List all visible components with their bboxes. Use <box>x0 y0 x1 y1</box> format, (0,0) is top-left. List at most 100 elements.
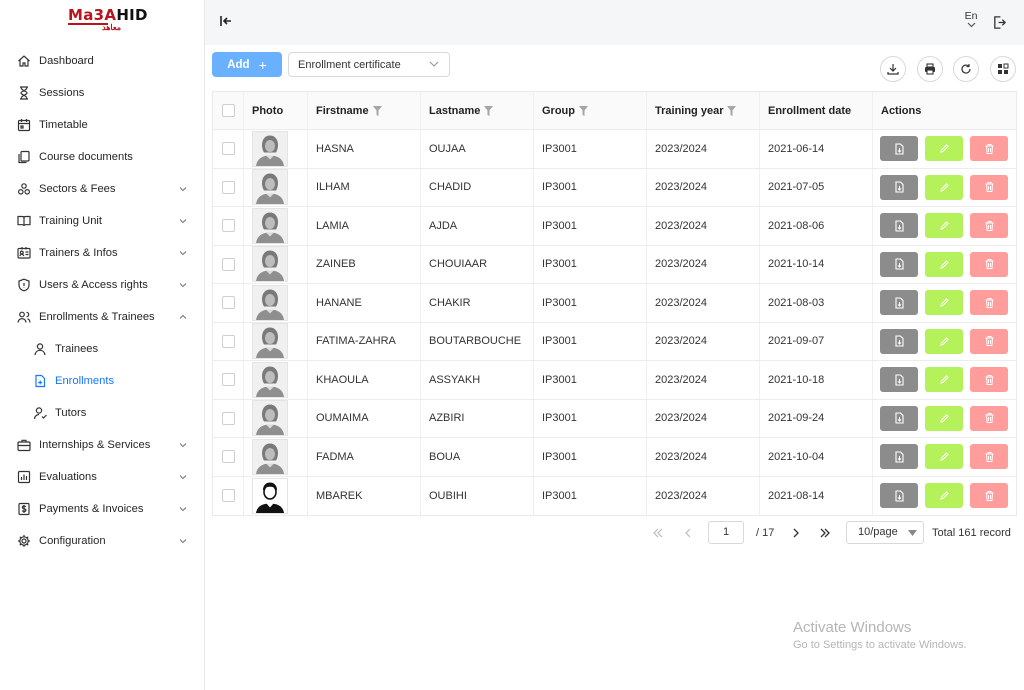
certificate-button[interactable] <box>880 483 918 509</box>
delete-button[interactable] <box>970 136 1008 162</box>
photo-cell <box>244 399 308 437</box>
column-settings-button[interactable] <box>990 56 1016 82</box>
header-actions: Actions <box>873 92 1016 129</box>
group-cell: IP3001 <box>534 284 647 322</box>
row-checkbox[interactable] <box>221 450 235 464</box>
firstname-cell: HANANE <box>308 284 421 322</box>
chevron-right-icon <box>793 528 799 537</box>
firstname-cell: KHAOULA <box>308 361 421 399</box>
certificate-button[interactable] <box>880 328 918 354</box>
hourglass-icon <box>17 86 31 100</box>
firstname-cell: FATIMA-ZAHRA <box>308 322 421 360</box>
edit-button[interactable] <box>925 290 963 316</box>
certificate-button[interactable] <box>880 290 918 316</box>
certificate-button[interactable] <box>880 367 918 393</box>
collapse-sidebar-button[interactable] <box>218 13 234 29</box>
app-logo[interactable]: Ma3AHID معاهد <box>68 8 148 34</box>
edit-button[interactable] <box>925 444 963 470</box>
row-select-cell <box>213 245 244 283</box>
certificate-button[interactable] <box>880 444 918 470</box>
document-download-icon <box>894 374 905 386</box>
sidebar-item-configuration[interactable]: Configuration <box>0 525 205 557</box>
delete-button[interactable] <box>970 290 1008 316</box>
sidebar-item-trainees[interactable]: Trainees <box>0 333 205 365</box>
row-checkbox[interactable] <box>221 219 235 233</box>
certificate-button[interactable] <box>880 136 918 162</box>
filter-icon[interactable] <box>372 105 382 116</box>
next-page-button[interactable] <box>788 521 804 544</box>
language-selector[interactable]: En <box>962 10 980 28</box>
filter-icon[interactable] <box>579 105 588 116</box>
document-type-select[interactable]: Enrollment certificate <box>288 52 450 77</box>
edit-button[interactable] <box>925 367 963 393</box>
sidebar-item-evaluations[interactable]: Evaluations <box>0 461 205 493</box>
last-page-button[interactable] <box>817 521 833 544</box>
edit-button[interactable] <box>925 174 963 200</box>
delete-button[interactable] <box>970 444 1008 470</box>
delete-button[interactable] <box>970 174 1008 200</box>
row-checkbox[interactable] <box>221 257 235 271</box>
pencil-icon <box>939 143 950 154</box>
certificate-button[interactable] <box>880 213 918 239</box>
export-button[interactable] <box>880 56 906 82</box>
edit-button[interactable] <box>925 213 963 239</box>
sidebar-item-training-unit[interactable]: Training Unit <box>0 205 205 237</box>
add-button[interactable]: Add + <box>212 52 282 77</box>
sidebar-item-enrollments-and-trainees[interactable]: Enrollments & Trainees <box>0 301 205 333</box>
print-button[interactable] <box>917 56 943 82</box>
sidebar-item-dashboard[interactable]: Dashboard <box>0 45 205 77</box>
certificate-button[interactable] <box>880 405 918 431</box>
logout-button[interactable] <box>992 15 1008 31</box>
delete-button[interactable] <box>970 251 1008 277</box>
row-checkbox[interactable] <box>221 296 235 310</box>
table-row: HASNA OUJAA IP3001 2023/2024 2021-06-14 <box>213 130 1016 169</box>
group-cell: IP3001 <box>534 399 647 437</box>
row-checkbox[interactable] <box>221 373 235 387</box>
edit-button[interactable] <box>925 405 963 431</box>
row-select-cell <box>213 130 244 168</box>
filter-icon[interactable] <box>484 105 494 116</box>
sidebar-item-sectors-and-fees[interactable]: Sectors & Fees <box>0 173 205 205</box>
row-checkbox[interactable] <box>221 411 235 425</box>
edit-button[interactable] <box>925 136 963 162</box>
add-button-label: Add <box>227 58 250 71</box>
page-number-input[interactable]: 1 <box>708 521 744 544</box>
delete-button[interactable] <box>970 213 1008 239</box>
delete-button[interactable] <box>970 483 1008 509</box>
row-checkbox[interactable] <box>221 142 235 156</box>
edit-button[interactable] <box>925 328 963 354</box>
prev-page-button[interactable] <box>680 521 696 544</box>
sidebar-item-enrollments[interactable]: Enrollments <box>0 365 205 397</box>
sidebar-item-trainers-and-infos[interactable]: Trainers & Infos <box>0 237 205 269</box>
edit-button[interactable] <box>925 251 963 277</box>
delete-button[interactable] <box>970 405 1008 431</box>
edit-button[interactable] <box>925 483 963 509</box>
select-all-checkbox[interactable] <box>221 104 235 117</box>
sidebar-item-payments-and-invoices[interactable]: Payments & Invoices <box>0 493 205 525</box>
sidebar-item-tutors[interactable]: Tutors <box>0 397 205 429</box>
group-cell: IP3001 <box>534 476 647 515</box>
first-page-button[interactable] <box>650 521 666 544</box>
sidebar-item-sessions[interactable]: Sessions <box>0 77 205 109</box>
row-checkbox[interactable] <box>221 180 235 194</box>
header-enrollment-date: Enrollment date <box>760 92 873 129</box>
row-checkbox[interactable] <box>221 334 235 348</box>
certificate-button[interactable] <box>880 251 918 277</box>
enrollment-date-cell: 2021-06-14 <box>760 130 873 168</box>
sidebar-item-course-documents[interactable]: Course documents <box>0 141 205 173</box>
chevron-down-icon <box>178 472 188 482</box>
page-size-select[interactable]: 10/page <box>846 521 924 544</box>
delete-button[interactable] <box>970 367 1008 393</box>
chevron-down-icon <box>178 248 188 258</box>
sidebar-item-internships-and-services[interactable]: Internships & Services <box>0 429 205 461</box>
certificate-button[interactable] <box>880 174 918 200</box>
group-cell: IP3001 <box>534 168 647 206</box>
sidebar-item-timetable[interactable]: Timetable <box>0 109 205 141</box>
row-checkbox[interactable] <box>221 489 235 503</box>
refresh-button[interactable] <box>953 56 979 82</box>
filter-icon[interactable] <box>727 105 737 116</box>
photo-cell <box>244 130 308 168</box>
actions-cell <box>873 438 1016 476</box>
sidebar-item-users-and-access-rights[interactable]: Users & Access rights <box>0 269 205 301</box>
delete-button[interactable] <box>970 328 1008 354</box>
